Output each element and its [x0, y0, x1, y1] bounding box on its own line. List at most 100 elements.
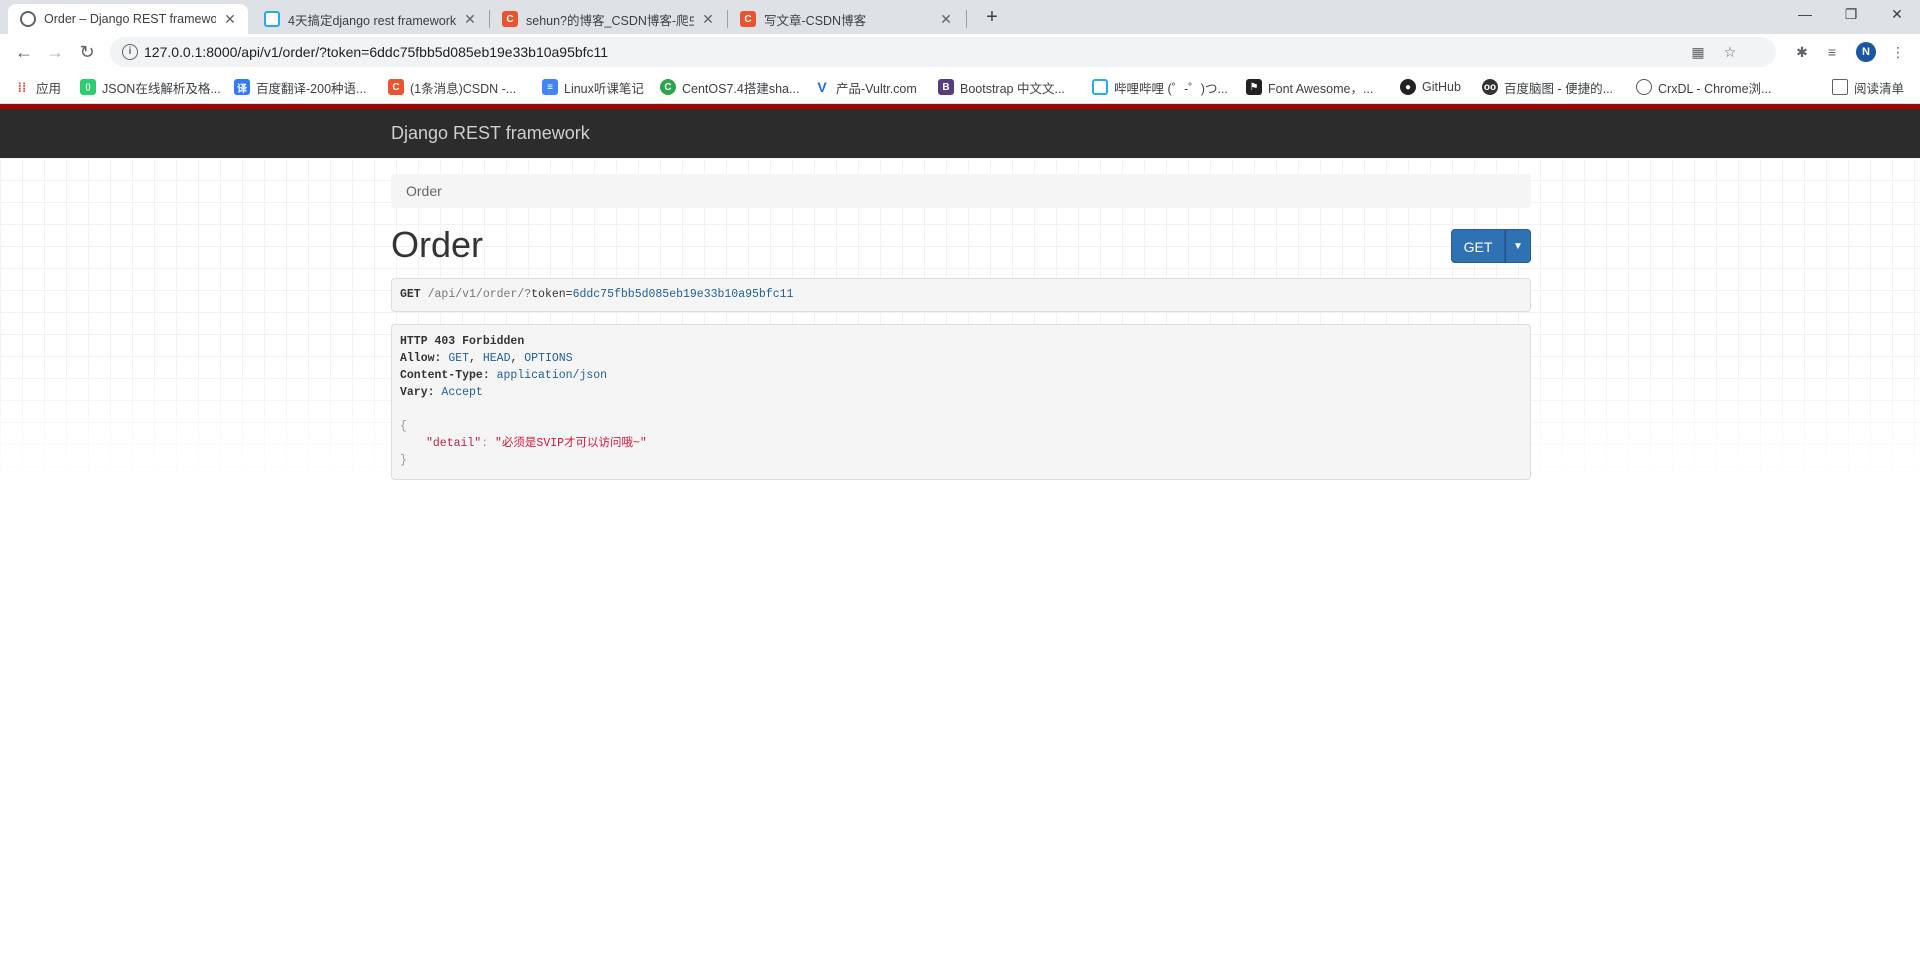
menu-kebab-icon[interactable]: ⋮ — [1888, 42, 1908, 62]
bookmark-label: 应用 — [36, 81, 62, 96]
drf-navbar: Django REST framework — [0, 104, 1920, 158]
response-info: HTTP 403 Forbidden Allow: GET, HEAD, OPT… — [391, 324, 1531, 480]
csdn-icon: C — [388, 79, 404, 95]
page-title: Order — [391, 224, 484, 265]
format-dropdown-toggle[interactable]: ▼ — [1505, 229, 1531, 263]
response-status: HTTP 403 Forbidden — [400, 335, 525, 348]
baidu-translate-icon: 译 — [234, 79, 250, 95]
apps-grid-icon: ⁞⁞ — [17, 79, 27, 95]
reading-list[interactable]: 阅读清单 — [1832, 77, 1904, 97]
reload-icon[interactable]: ↻ — [73, 38, 101, 66]
reading-list-label: 阅读清单 — [1854, 81, 1905, 96]
caret-down-icon: ▼ — [1513, 241, 1523, 252]
tab-csdn-blog[interactable]: C sehun?的博客_CSDN博客-爬虫 ✕ — [490, 4, 726, 34]
bookmark-baidu-naotu[interactable]: oo 百度脑图 - 便捷的... — [1482, 77, 1613, 97]
site-info-icon[interactable]: i — [122, 44, 138, 60]
qr-code-icon[interactable]: ▦ — [1690, 44, 1706, 60]
crxdl-icon — [1636, 79, 1652, 95]
url-text[interactable]: 127.0.0.1:8000/api/v1/order/?token=6ddc7… — [144, 44, 608, 60]
tab-title: 写文章-CSDN博客 — [764, 13, 867, 28]
tab-order[interactable]: Order – Django REST framewo ✕ — [8, 4, 248, 34]
page-viewport: Django REST framework Order Order GET ▼ … — [0, 104, 1920, 977]
extensions-puzzle-icon[interactable]: ✱ — [1792, 42, 1812, 62]
bookmark-label: GitHub — [1422, 80, 1461, 94]
json-open-brace: { — [400, 420, 407, 433]
window-close-icon[interactable]: ✕ — [1874, 0, 1920, 30]
breadcrumb: Order — [391, 174, 1531, 208]
bookmark-label: 产品-Vultr.com — [836, 81, 917, 96]
bookmark-vultr[interactable]: V 产品-Vultr.com — [814, 77, 917, 97]
bookmark-star-icon[interactable]: ☆ — [1722, 44, 1738, 60]
tab-separator — [966, 10, 967, 28]
bookmark-centos[interactable]: C CentOS7.4搭建sha... — [660, 77, 799, 97]
bookmark-label: 百度脑图 - 便捷的... — [1504, 81, 1614, 96]
get-button-group: GET ▼ — [1451, 229, 1531, 263]
bookmark-font-awesome[interactable]: ⚑ Font Awesome，... — [1246, 77, 1373, 97]
back-arrow-icon[interactable]: ← — [10, 38, 38, 66]
response-header-allow: Allow: GET, HEAD, OPTIONS — [400, 352, 573, 365]
bookmark-github[interactable]: ● GitHub — [1400, 77, 1461, 97]
github-icon: ● — [1400, 79, 1416, 95]
minimize-icon[interactable]: — — [1782, 0, 1828, 30]
csdn-icon: C — [502, 11, 518, 27]
bookmark-label: Linux听课笔记 — [564, 81, 644, 96]
baidu-naotu-icon: oo — [1482, 79, 1498, 95]
bookmark-label: (1条消息)CSDN -... — [410, 81, 517, 96]
tab-title: Order – Django REST framewo — [44, 12, 216, 26]
reading-list-icon — [1832, 79, 1848, 95]
request-info: GET /api/v1/order/?token=6ddc75fbb5d085e… — [391, 278, 1531, 312]
profile-avatar[interactable]: N — [1856, 42, 1876, 62]
get-button[interactable]: GET — [1451, 229, 1505, 263]
new-tab-button[interactable]: + — [978, 4, 1006, 32]
json-close-brace: } — [400, 454, 407, 467]
csdn-icon: C — [740, 11, 756, 27]
bookmark-csdn[interactable]: C (1条消息)CSDN -... — [388, 77, 516, 97]
bookmark-baidu-translate[interactable]: 译 百度翻译-200种语... — [234, 77, 366, 97]
centos-icon: C — [660, 79, 676, 95]
json-icon: {} — [80, 79, 96, 95]
close-icon[interactable]: ✕ — [222, 11, 238, 28]
extension-x-icon[interactable] — [1760, 42, 1780, 62]
bookmark-label: Font Awesome，... — [1268, 81, 1374, 96]
breadcrumb-item-order[interactable]: Order — [406, 183, 442, 199]
tab-csdn-write[interactable]: C 写文章-CSDN博客 ✕ — [728, 4, 964, 34]
bookmark-label: CrxDL - Chrome浏... — [1658, 81, 1772, 96]
bookmark-bilibili[interactable]: 哔哩哔哩 (゜-゜)つ... — [1092, 77, 1228, 97]
drf-brand-link[interactable]: Django REST framework — [391, 123, 590, 144]
address-bar[interactable]: i 127.0.0.1:8000/api/v1/order/?token=6dd… — [110, 37, 1776, 67]
close-icon[interactable]: ✕ — [700, 11, 716, 28]
globe-icon — [20, 11, 36, 27]
bilibili-icon — [1092, 79, 1108, 95]
bookmark-json[interactable]: {} JSON在线解析及格... — [80, 77, 221, 97]
docs-icon: ≡ — [542, 79, 558, 95]
restore-icon[interactable]: ❐ — [1828, 0, 1874, 30]
bookmark-label: 百度翻译-200种语... — [256, 81, 367, 96]
bootstrap-icon: B — [938, 79, 954, 95]
media-control-icon[interactable]: ≡ — [1822, 42, 1842, 62]
bookmark-apps[interactable]: ⁞⁞ 应用 — [14, 77, 61, 97]
bilibili-icon — [264, 11, 280, 27]
forward-arrow-icon[interactable]: → — [41, 38, 69, 66]
bookmark-label: 哔哩哔哩 (゜-゜)つ... — [1114, 81, 1228, 96]
tab-strip: Order – Django REST framewo ✕ 4天搞定django… — [0, 0, 1920, 34]
response-header-vary: Vary: Accept — [400, 386, 483, 399]
bookmark-label: Bootstrap 中文文... — [960, 81, 1065, 96]
tab-bilibili[interactable]: 4天搞定django rest framework ✕ — [252, 4, 488, 34]
response-header-content-type: Content-Type: application/json — [400, 369, 608, 382]
close-icon[interactable]: ✕ — [938, 11, 954, 28]
close-icon[interactable]: ✕ — [462, 11, 478, 28]
browser-toolbar: ← → ↻ i 127.0.0.1:8000/api/v1/order/?tok… — [0, 34, 1920, 70]
vultr-icon: V — [817, 79, 827, 95]
request-path: /api/v1/order/?token=6ddc75fbb5d085eb19e… — [427, 288, 794, 301]
font-awesome-icon: ⚑ — [1246, 79, 1262, 95]
bookmarks-bar: ⁞⁞ 应用 {} JSON在线解析及格... 译 百度翻译-200种语... C… — [0, 70, 1920, 104]
json-detail-line: "detail": "必须是SVIP才可以访问哦~" — [426, 437, 647, 450]
bookmark-label: CentOS7.4搭建sha... — [682, 81, 800, 96]
bookmark-label: JSON在线解析及格... — [102, 81, 221, 96]
request-method: GET — [400, 288, 421, 301]
bookmark-linux-notes[interactable]: ≡ Linux听课笔记 — [542, 77, 644, 97]
bookmark-bootstrap[interactable]: B Bootstrap 中文文... — [938, 77, 1065, 97]
bookmark-crxdl[interactable]: CrxDL - Chrome浏... — [1636, 77, 1771, 97]
tab-title: sehun?的博客_CSDN博客-爬虫 — [526, 13, 694, 28]
